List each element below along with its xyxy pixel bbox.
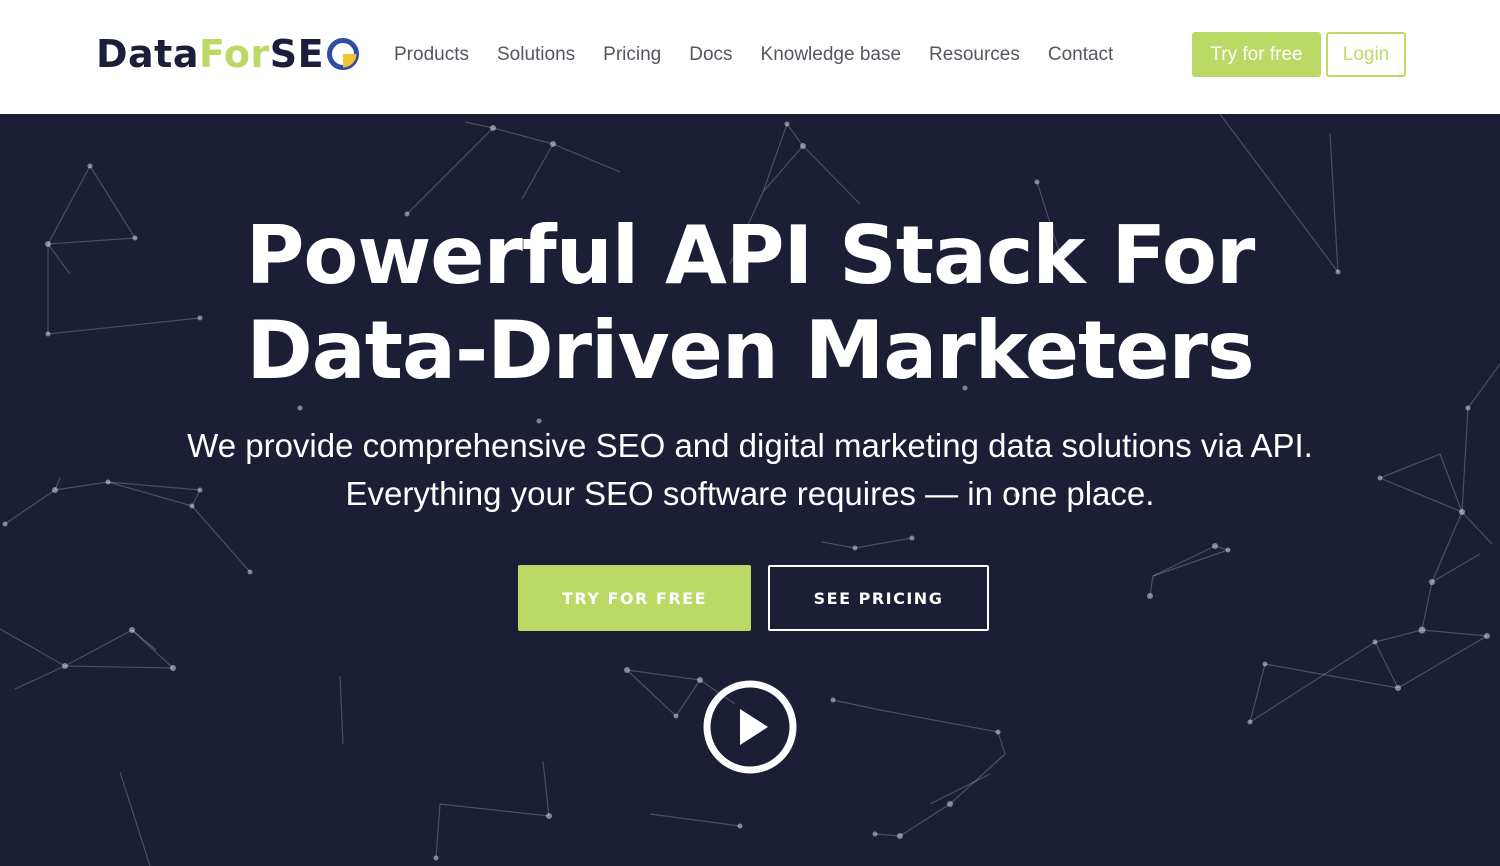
logo-text-se: SE xyxy=(269,32,325,76)
nav-resources[interactable]: Resources xyxy=(929,44,1020,66)
hero-try-for-free-button[interactable]: TRY FOR FREE xyxy=(518,565,751,631)
hero-title: Powerful API Stack For Data-Driven Marke… xyxy=(0,208,1500,398)
dataforseo-logo[interactable]: Data For SE xyxy=(96,32,360,76)
hero-subtitle-line-2: Everything your SEO software requires — … xyxy=(345,475,1155,512)
nav-pricing[interactable]: Pricing xyxy=(603,44,661,66)
nav-contact[interactable]: Contact xyxy=(1048,44,1113,66)
play-icon xyxy=(703,680,797,774)
nav-knowledge-base[interactable]: Knowledge base xyxy=(761,44,902,66)
logo-o-mark-icon xyxy=(326,37,360,71)
logo-text-for: For xyxy=(199,32,270,76)
try-for-free-button[interactable]: Try for free xyxy=(1192,32,1321,77)
main-nav: Products Solutions Pricing Docs Knowledg… xyxy=(380,40,1127,70)
site-header: Data For SE Products Solutions Pricing Doc… xyxy=(0,0,1500,114)
login-button[interactable]: Login xyxy=(1326,32,1406,77)
hero-title-line-1: Powerful API Stack For xyxy=(245,209,1256,302)
nav-products[interactable]: Products xyxy=(394,44,469,66)
nav-docs[interactable]: Docs xyxy=(689,44,732,66)
video-play-button[interactable] xyxy=(702,679,798,775)
hero-subtitle-line-1: We provide comprehensive SEO and digital… xyxy=(187,427,1313,464)
hero-see-pricing-button[interactable]: SEE PRICING xyxy=(768,565,989,631)
hero-title-line-2: Data-Driven Marketers xyxy=(246,304,1254,397)
logo-text-data: Data xyxy=(96,32,199,76)
hero-section: Powerful API Stack For Data-Driven Marke… xyxy=(0,114,1500,866)
hero-subtitle: We provide comprehensive SEO and digital… xyxy=(0,422,1500,518)
nav-solutions[interactable]: Solutions xyxy=(497,44,575,66)
